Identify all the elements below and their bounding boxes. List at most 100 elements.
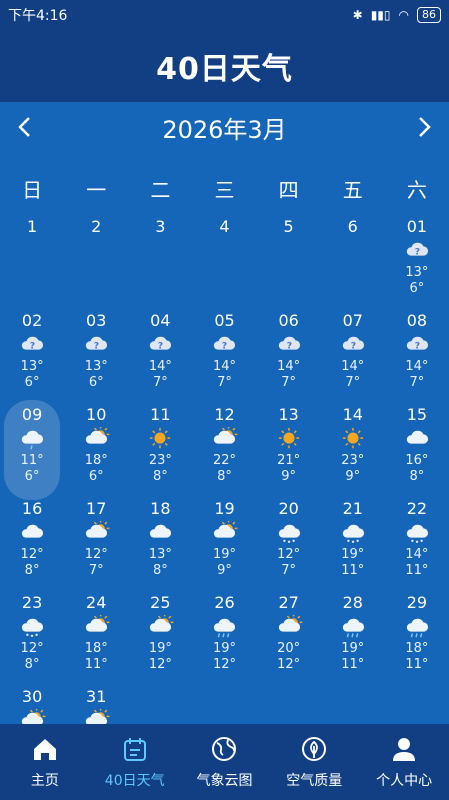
calendar-day-cell[interactable]: 20 12° 7° (257, 496, 321, 590)
previous-month-button[interactable] (10, 112, 40, 142)
low-temp: 8° (24, 563, 40, 578)
day-number: 12 (214, 405, 235, 424)
status-time: 下午4:16 (8, 8, 68, 24)
calendar-day-cell[interactable]: 13 21° 9° (257, 402, 321, 496)
sleet-weather-icon (406, 524, 428, 543)
calendar-day-cell[interactable]: 07? 14° 7° (321, 308, 385, 402)
calendar-day-cell[interactable]: 16 12° 8° (0, 496, 64, 590)
day-number: 15 (406, 405, 428, 424)
day-number: 17 (86, 499, 107, 518)
low-temp: 6° (24, 375, 40, 390)
day-number: 07 (342, 311, 363, 330)
nav-item-calendar[interactable]: 40日天气 (90, 724, 180, 800)
calendar-day-cell[interactable]: 26 19° 12° (192, 590, 256, 684)
calendar-day-cell[interactable]: 21 19° 11° (321, 496, 385, 590)
low-temp: 8° (409, 469, 425, 484)
month-navigation: 2026年3月 (0, 102, 449, 152)
partly-cloudy-weather-icon (86, 427, 110, 444)
high-temp: 14° (212, 359, 237, 374)
high-temp: 18° (405, 641, 429, 656)
calendar-day-cell[interactable]: 14 23° 9° (321, 402, 385, 496)
leaf-icon (302, 737, 327, 761)
calendar-placeholder-date: 1 (26, 217, 38, 236)
day-number: 05 (214, 311, 235, 330)
nav-item-globe[interactable]: 气象云图 (180, 724, 270, 800)
svg-text:?: ? (30, 341, 35, 352)
weekday-label: 一 (86, 177, 107, 202)
calendar-day-cell[interactable]: 15 16° 8° (385, 402, 449, 496)
weekday-label: 五 (342, 177, 363, 202)
svg-text:?: ? (415, 341, 420, 352)
partly-cloudy-weather-icon (278, 615, 303, 632)
calendar-day-cell[interactable]: 11 23° 8° (128, 402, 192, 496)
calendar-day-cell[interactable]: 27 20° 12° (257, 590, 321, 684)
calendar-day-cell[interactable]: 29 18° 11° (385, 590, 449, 684)
high-temp: 14° (405, 547, 429, 562)
chevron-right-icon (419, 117, 431, 137)
high-temp: 12° (20, 641, 44, 656)
low-temp: 8° (152, 563, 168, 578)
calendar-day-cell[interactable]: 08? 14° 7° (385, 308, 449, 402)
calendar-days: 1 2 3 4 5 6 01? 13° 6° 02? 13° 6° 03? 13° 6° 04? 1… (0, 214, 449, 724)
nav-label: 个人中心 (376, 773, 433, 789)
sleet-weather-icon (21, 618, 44, 637)
high-temp: 14° (405, 359, 429, 374)
next-month-button[interactable] (409, 112, 439, 142)
calendar-day-cell[interactable]: 03? 13° 6° (64, 308, 128, 402)
nav-item-user[interactable]: 个人中心 (359, 724, 449, 800)
calendar-day-cell[interactable]: 05? 14° 7° (192, 308, 256, 402)
rain-weather-icon (406, 618, 428, 638)
calendar-placeholder-date: 3 (155, 217, 166, 236)
calendar-day-cell[interactable]: 09 11° 6° (0, 400, 64, 500)
nav-item-leaf[interactable]: 空气质量 (269, 724, 359, 800)
low-temp: 6° (24, 469, 40, 484)
calendar-day-cell[interactable]: 30 (0, 684, 64, 724)
month-title: 2026年3月 (162, 115, 287, 144)
day-number: 25 (150, 593, 171, 612)
low-temp: 11° (405, 563, 429, 578)
calendar-day-cell[interactable]: 31 (64, 684, 128, 724)
calendar-day-cell[interactable]: 23 12° 8° (0, 590, 64, 684)
partly-cloudy-weather-icon (21, 709, 46, 724)
day-number: 18 (150, 499, 171, 518)
calendar-day-cell[interactable]: 02? 13° 6° (0, 308, 64, 402)
calendar-day-cell[interactable]: 12 22° 8° (192, 402, 256, 496)
day-number: 13 (278, 405, 299, 424)
low-temp: 11° (405, 657, 429, 672)
high-temp: 12° (277, 547, 301, 562)
page-title: 40日天气 (0, 30, 449, 102)
high-temp: 19° (212, 641, 237, 656)
calendar-day-cell[interactable]: 28 19° 11° (321, 590, 385, 684)
calendar-day-cell[interactable]: 06? 14° 7° (257, 308, 321, 402)
calendar-day-cell[interactable]: 18 13° 8° (128, 496, 192, 590)
calendar-day-cell[interactable]: 19 19° 9° (192, 496, 256, 590)
nav-item-home[interactable]: 主页 (0, 724, 90, 800)
day-number: 20 (278, 499, 299, 518)
high-temp: 23° (341, 453, 365, 468)
sleet-weather-icon (342, 524, 364, 543)
weekday-label: 二 (150, 177, 171, 202)
calendar-day-cell[interactable]: 10 18° 6° (64, 402, 128, 496)
high-temp: 20° (277, 641, 301, 656)
day-number: 06 (278, 311, 299, 330)
calendar-day-cell[interactable]: 01? 13° 6° (385, 214, 449, 308)
high-temp: 23° (148, 453, 172, 468)
light-rain-weather-icon (21, 430, 44, 450)
calendar-day-cell[interactable]: 24 18° 11° (64, 590, 128, 684)
calendar-day-cell[interactable]: 17 12° 7° (64, 496, 128, 590)
low-temp: 11° (341, 657, 365, 672)
high-temp: 13° (405, 265, 429, 280)
calendar-day-cell[interactable]: 25 19° 12° (128, 590, 192, 684)
svg-text:?: ? (351, 341, 356, 352)
calendar-grid[interactable]: 1 2 3 4 5 6 01? 13° 6° 02? 13° 6° 03? 13° 6° 04? 1… (0, 214, 449, 724)
rain-weather-icon (342, 618, 364, 638)
calendar-day-cell[interactable]: 04? 14° 7° (128, 308, 192, 402)
unknown-weather-icon: ? (150, 336, 172, 352)
unknown-weather-icon: ? (406, 336, 428, 352)
bottom-navigation: 主页 40日天气 气象云图 空气质量 个人中心 (0, 724, 449, 800)
calendar-day-cell[interactable]: 22 14° 11° (385, 496, 449, 590)
calendar-placeholder-cell: 5 (257, 214, 321, 308)
weekday-label: 六 (406, 177, 427, 202)
nav-label: 主页 (30, 773, 59, 789)
unknown-weather-icon: ? (21, 336, 44, 352)
